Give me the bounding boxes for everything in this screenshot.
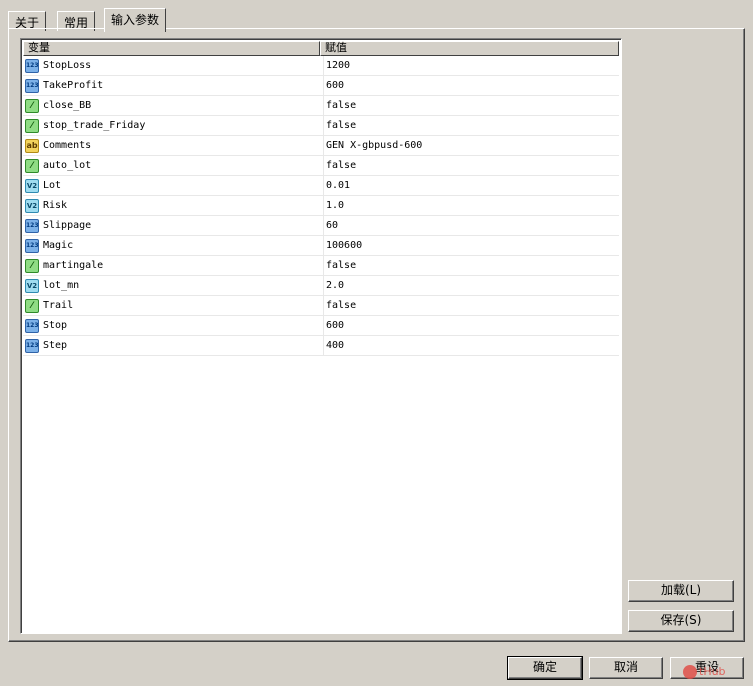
- parameter-row[interactable]: ⁄ stop_trade_Friday false: [23, 116, 619, 136]
- bool-icon: ⁄: [25, 119, 39, 133]
- parameter-grid: 变量 赋值 123 StopLoss 1200 123 TakeProfit 600 ⁄ cl…: [20, 38, 622, 634]
- parameter-value[interactable]: false: [323, 256, 613, 276]
- double-icon: V2: [25, 179, 39, 193]
- parameter-value[interactable]: 1200: [323, 56, 613, 76]
- int-icon: 123: [25, 219, 39, 233]
- parameter-name: Trail: [43, 300, 74, 311]
- parameter-value[interactable]: false: [323, 156, 613, 176]
- double-icon: V2: [25, 199, 39, 213]
- watermark: tHub: [683, 662, 751, 682]
- parameter-row[interactable]: ⁄ martingale false: [23, 256, 619, 276]
- parameter-name: StopLoss: [43, 60, 92, 71]
- parameter-name: Lot: [43, 180, 62, 191]
- bool-icon: ⁄: [25, 159, 39, 173]
- parameter-row[interactable]: ⁄ Trail false: [23, 296, 619, 316]
- parameter-row[interactable]: 123 StopLoss 1200: [23, 56, 619, 76]
- parameter-row[interactable]: V2 Risk 1.0: [23, 196, 619, 216]
- parameter-value[interactable]: 60: [323, 216, 613, 236]
- parameter-name: stop_trade_Friday: [43, 120, 146, 131]
- column-header-variable[interactable]: 变量: [23, 41, 320, 56]
- parameter-name: Magic: [43, 240, 74, 251]
- parameter-name: close_BB: [43, 100, 92, 111]
- grid-rows: 123 StopLoss 1200 123 TakeProfit 600 ⁄ close_BB…: [23, 56, 619, 356]
- parameter-value[interactable]: 2.0: [323, 276, 613, 296]
- int-icon: 123: [25, 239, 39, 253]
- int-icon: 123: [25, 339, 39, 353]
- bool-icon: ⁄: [25, 259, 39, 273]
- grid-header: 变量 赋值: [23, 41, 619, 56]
- tab-inputs[interactable]: 输入参数: [104, 8, 167, 32]
- parameter-row[interactable]: 123 TakeProfit 600: [23, 76, 619, 96]
- parameter-value[interactable]: GEN X-gbpusd-600: [323, 136, 613, 156]
- parameter-name: Slippage: [43, 220, 92, 231]
- parameter-value[interactable]: 400: [323, 336, 613, 356]
- parameter-row[interactable]: 123 Slippage 60: [23, 216, 619, 236]
- load-button[interactable]: 加载(L): [628, 580, 734, 602]
- watermark-logo-icon: [683, 665, 697, 679]
- parameter-row[interactable]: 123 Stop 600: [23, 316, 619, 336]
- int-icon: 123: [25, 319, 39, 333]
- ok-button[interactable]: 确定: [507, 656, 583, 680]
- parameter-name: martingale: [43, 260, 104, 271]
- parameter-name: Step: [43, 340, 68, 351]
- parameter-value[interactable]: 600: [323, 76, 613, 96]
- int-icon: 123: [25, 79, 39, 93]
- parameter-value[interactable]: 600: [323, 316, 613, 336]
- watermark-text: tHub: [699, 665, 726, 678]
- parameter-value[interactable]: false: [323, 116, 613, 136]
- parameter-row[interactable]: ⁄ close_BB false: [23, 96, 619, 116]
- save-button[interactable]: 保存(S): [628, 610, 734, 632]
- parameter-value[interactable]: false: [323, 96, 613, 116]
- parameter-row[interactable]: 123 Magic 100600: [23, 236, 619, 256]
- parameter-value[interactable]: 100600: [323, 236, 613, 256]
- parameter-row[interactable]: ab Comments GEN X-gbpusd-600: [23, 136, 619, 156]
- parameter-value[interactable]: false: [323, 296, 613, 316]
- bool-icon: ⁄: [25, 299, 39, 313]
- parameter-name: lot_mn: [43, 280, 80, 291]
- parameter-name: Risk: [43, 200, 68, 211]
- parameter-row[interactable]: V2 lot_mn 2.0: [23, 276, 619, 296]
- parameter-row[interactable]: 123 Step 400: [23, 336, 619, 356]
- bool-icon: ⁄: [25, 99, 39, 113]
- parameter-name: Stop: [43, 320, 68, 331]
- parameter-value[interactable]: 0.01: [323, 176, 613, 196]
- parameter-row[interactable]: V2 Lot 0.01: [23, 176, 619, 196]
- string-icon: ab: [25, 139, 39, 153]
- parameter-value[interactable]: 1.0: [323, 196, 613, 216]
- parameter-name: TakeProfit: [43, 80, 104, 91]
- parameter-name: Comments: [43, 140, 92, 151]
- cancel-button[interactable]: 取消: [589, 657, 663, 679]
- column-header-value[interactable]: 赋值: [320, 41, 619, 56]
- parameter-name: auto_lot: [43, 160, 92, 171]
- double-icon: V2: [25, 279, 39, 293]
- int-icon: 123: [25, 59, 39, 73]
- parameter-row[interactable]: ⁄ auto_lot false: [23, 156, 619, 176]
